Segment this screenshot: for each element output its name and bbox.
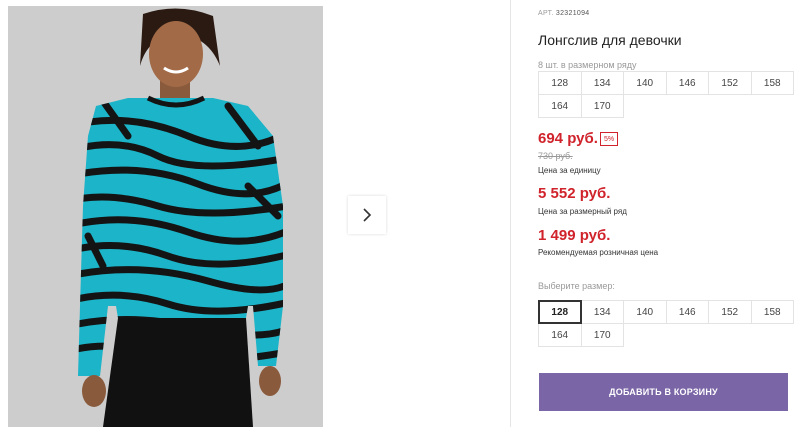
size-row-cell: 164	[538, 94, 582, 118]
girl-in-zebra-longsleeve-image	[8, 6, 323, 427]
unit-price: 694 руб.	[538, 130, 598, 147]
size-row-cell: 128	[538, 71, 582, 95]
size-row-cell: 170	[580, 94, 624, 118]
size-option[interactable]: 146	[665, 300, 709, 324]
product-title: Лонгслив для девочки	[538, 32, 682, 48]
discount-badge: 5%	[600, 132, 618, 146]
article-label: АРТ.	[538, 10, 554, 17]
next-image-button[interactable]	[348, 196, 386, 234]
size-option[interactable]: 170	[580, 323, 624, 347]
size-option[interactable]: 158	[750, 300, 794, 324]
retail-price-caption: Рекомендуемая розничная цена	[538, 248, 659, 257]
size-row-cell: 158	[750, 71, 794, 95]
size-option[interactable]: 140	[623, 300, 667, 324]
product-info-panel: АРТ. 32321094 Лонгслив для девочки 8 шт.…	[538, 0, 794, 427]
size-option[interactable]: 152	[708, 300, 752, 324]
chevron-right-icon	[363, 208, 372, 222]
size-option-selected[interactable]: 128	[538, 300, 582, 324]
unit-price-caption: Цена за единицу	[538, 166, 601, 175]
size-row-price: 5 552 руб.	[538, 185, 611, 202]
choose-size-label: Выберите размер:	[538, 281, 615, 291]
product-photo[interactable]	[8, 6, 323, 427]
size-row-cell: 146	[665, 71, 709, 95]
article-value: 32321094	[555, 10, 590, 17]
add-to-cart-button[interactable]: ДОБАВИТЬ В КОРЗИНУ	[539, 373, 788, 411]
size-row-cell: 140	[623, 71, 667, 95]
size-option[interactable]: 164	[538, 323, 582, 347]
panel-divider	[510, 0, 511, 427]
size-option[interactable]: 134	[580, 300, 624, 324]
product-gallery	[0, 0, 510, 427]
old-price: 730 руб.	[538, 151, 573, 161]
article-number: АРТ. 32321094	[538, 10, 589, 17]
retail-price: 1 499 руб.	[538, 227, 611, 244]
size-row-price-caption: Цена за размерный ряд	[538, 207, 627, 216]
size-row-cell: 134	[580, 71, 624, 95]
size-selector: 128 134 140 146 152 158 164 170	[538, 300, 794, 347]
size-row-grid: 128 134 140 146 152 158 164 170	[538, 71, 794, 118]
size-row-cell: 152	[708, 71, 752, 95]
size-row-label: 8 шт. в размерном ряду	[538, 60, 637, 70]
